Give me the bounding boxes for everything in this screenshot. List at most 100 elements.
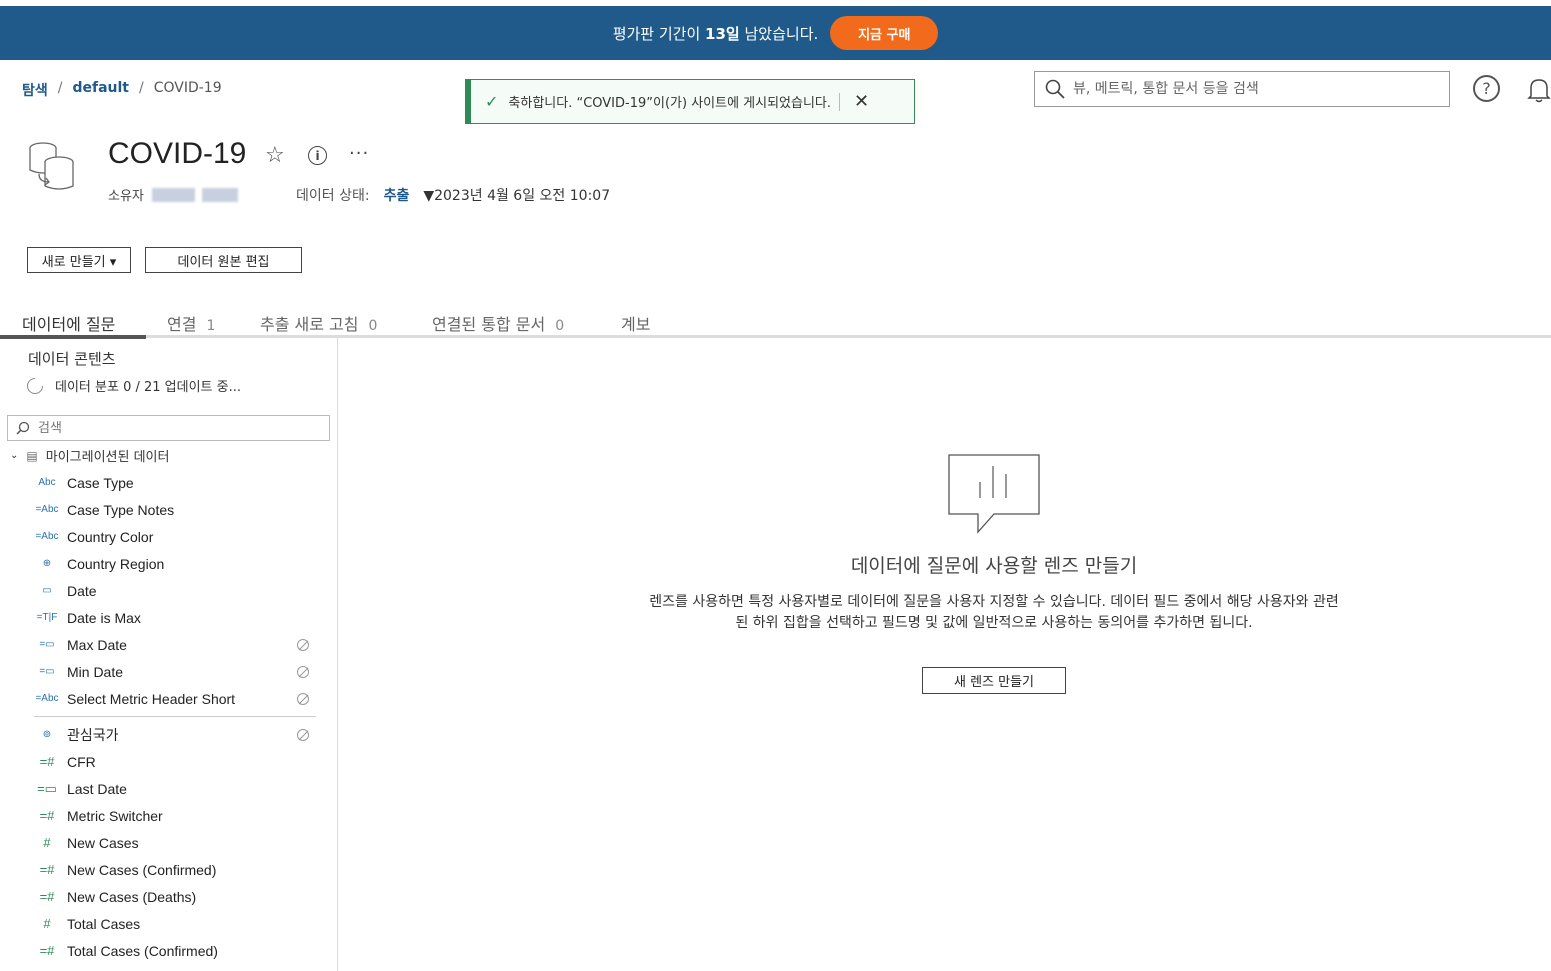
field-name: New Cases (Confirmed) xyxy=(67,861,217,878)
field-name: Last Date xyxy=(67,780,127,797)
field-divider xyxy=(34,716,316,717)
tab-extract-refresh[interactable]: 추출 새로 고침 0 xyxy=(260,311,377,335)
field-row[interactable]: =Abc Select Metric Header Short xyxy=(0,685,330,712)
toast-message: 축하합니다. “COVID-19”이(가) 사이트에 게시되었습니다. xyxy=(508,96,832,111)
field-type-icon: =▭ xyxy=(37,780,57,796)
data-contents-panel: 데이터 콘텐츠 데이터 분포 0 / 21 업데이트 중... ⌄ ▤ 마이그레… xyxy=(0,338,338,971)
field-row[interactable]: =# New Cases (Deaths) xyxy=(0,883,330,910)
field-name: Total Cases xyxy=(67,915,141,932)
new-lens-button[interactable]: 새 렌즈 만들기 xyxy=(922,667,1066,694)
field-name: Case Type xyxy=(67,474,134,491)
field-type-icon: Abc xyxy=(38,477,56,488)
ask-data-empty-state: 데이터에 질문에 사용할 렌즈 만들기 렌즈를 사용하면 특정 사용자별로 데이… xyxy=(339,338,1551,971)
hidden-icon xyxy=(297,692,309,705)
field-type-icon: =# xyxy=(39,754,55,769)
tab-connected-workbooks[interactable]: 연결된 통합 문서 0 xyxy=(432,311,564,335)
empty-state-description: 렌즈를 사용하면 특정 사용자별로 데이터에 질문을 사용자 지정할 수 있습니… xyxy=(649,594,1339,631)
data-status: 데이터 상태: 추출 ▼2023년 4월 6일 오전 10:07 xyxy=(296,185,610,205)
field-name: Metric Switcher xyxy=(67,807,163,824)
help-icon[interactable]: ? xyxy=(1473,75,1500,102)
field-list: Abc Case Type =Abc Case Type Notes =Abc Count… xyxy=(0,469,330,964)
trial-message: 평가판 기간이 13일 남았습니다. xyxy=(612,24,819,43)
field-type-icon: =# xyxy=(39,862,55,877)
field-row[interactable]: =# CFR xyxy=(0,748,330,775)
tab-connections[interactable]: 연결 1 xyxy=(167,311,215,335)
hidden-icon xyxy=(297,638,309,651)
search-icon xyxy=(1045,79,1065,99)
field-search xyxy=(7,415,330,441)
field-type-icon: # xyxy=(43,835,51,850)
field-row[interactable]: # New Cases xyxy=(0,829,330,856)
star-icon[interactable]: ☆ xyxy=(265,143,285,168)
bell-icon[interactable] xyxy=(1527,76,1551,104)
search-input[interactable] xyxy=(1073,81,1433,97)
chevron-down-icon[interactable]: ⌄ xyxy=(10,450,18,461)
field-row[interactable]: =▭ Last Date xyxy=(0,775,330,802)
field-row[interactable]: ▭ Date xyxy=(0,577,330,604)
field-type-icon: =# xyxy=(39,943,55,958)
field-row[interactable]: =Abc Case Type Notes xyxy=(0,496,330,523)
field-name: Country Color xyxy=(67,528,154,545)
field-type-icon: =# xyxy=(39,889,55,904)
field-row[interactable]: =▭ Min Date xyxy=(0,658,330,685)
empty-state-title: 데이터에 질문에 사용할 렌즈 만들기 xyxy=(850,555,1138,577)
field-row[interactable]: =T|F Date is Max xyxy=(0,604,330,631)
trial-banner: 평가판 기간이 13일 남았습니다. 지금 구매 xyxy=(0,6,1551,60)
breadcrumb-project[interactable]: default xyxy=(72,80,129,100)
status-date[interactable]: ▼2023년 4월 6일 오전 10:07 xyxy=(423,185,610,205)
tab-ask-data[interactable]: 데이터에 질문 xyxy=(22,311,115,335)
field-type-icon: =▭ xyxy=(39,666,55,677)
close-icon[interactable]: ✕ xyxy=(854,91,869,112)
field-row[interactable]: =▭ Max Date xyxy=(0,631,330,658)
tab-lineage[interactable]: 계보 xyxy=(621,311,650,335)
owner-name-redacted xyxy=(151,187,238,202)
field-name: New Cases xyxy=(67,834,139,851)
field-type-icon: =Abc xyxy=(35,693,59,704)
field-row[interactable]: Abc Case Type xyxy=(0,469,330,496)
page-title: COVID-19 xyxy=(108,137,247,170)
info-icon[interactable]: i xyxy=(308,146,327,165)
status-extract-link[interactable]: 추출 xyxy=(384,185,410,205)
field-type-icon: ⊕ xyxy=(42,558,52,569)
hidden-icon xyxy=(297,665,309,678)
distribution-progress: 데이터 분포 0 / 21 업데이트 중... xyxy=(23,374,241,397)
check-icon: ✓ xyxy=(485,92,499,111)
spinner-icon xyxy=(23,374,47,397)
field-row[interactable]: =# New Cases (Confirmed) xyxy=(0,856,330,883)
search-icon xyxy=(16,421,30,435)
field-row[interactable]: =Abc Country Color xyxy=(0,523,330,550)
field-name: Min Date xyxy=(67,663,124,680)
new-button[interactable]: 새로 만들기 ▾ xyxy=(27,247,131,273)
field-search-input[interactable] xyxy=(38,420,318,436)
field-row[interactable]: # Total Cases xyxy=(0,910,330,937)
field-name: Case Type Notes xyxy=(67,501,175,518)
more-icon[interactable]: ··· xyxy=(349,143,369,164)
field-type-icon: =# xyxy=(39,808,55,823)
field-name: CFR xyxy=(67,753,96,770)
field-type-icon: =▭ xyxy=(39,639,55,650)
edit-datasource-button[interactable]: 데이터 원본 편집 xyxy=(145,247,302,273)
breadcrumb: 탐색 / default / COVID-19 xyxy=(22,80,222,100)
field-name: 관심국가 xyxy=(67,726,119,743)
field-type-icon: =Abc xyxy=(35,531,59,542)
table-icon: ▤ xyxy=(26,448,38,463)
field-type-icon: ⊚ xyxy=(42,729,52,740)
hidden-icon xyxy=(297,728,309,741)
field-row[interactable]: ⊕ Country Region xyxy=(0,550,330,577)
field-row[interactable]: =# Metric Switcher xyxy=(0,802,330,829)
breadcrumb-explore[interactable]: 탐색 xyxy=(22,80,48,100)
field-type-icon: # xyxy=(43,916,51,931)
tab-bar: 데이터에 질문 연결 1 추출 새로 고침 0 연결된 통합 문서 0 계보 xyxy=(0,305,1551,339)
field-type-icon: ▭ xyxy=(42,585,52,596)
field-type-icon: =Abc xyxy=(35,504,59,515)
field-row[interactable]: =# Total Cases (Confirmed) xyxy=(0,937,330,964)
folder-migrated-data[interactable]: ⌄ ▤ 마이그레이션된 데이터 xyxy=(10,446,169,466)
field-row[interactable]: ⊚ 관심국가 xyxy=(0,721,330,748)
field-name: Date xyxy=(67,582,97,599)
field-name: Date is Max xyxy=(67,609,141,626)
owner: 소유자 xyxy=(108,185,238,204)
buy-now-button[interactable]: 지금 구매 xyxy=(830,16,939,50)
field-name: Max Date xyxy=(67,636,127,653)
global-search xyxy=(1034,71,1450,107)
publish-success-toast: ✓ 축하합니다. “COVID-19”이(가) 사이트에 게시되었습니다. ✕ xyxy=(465,79,915,124)
